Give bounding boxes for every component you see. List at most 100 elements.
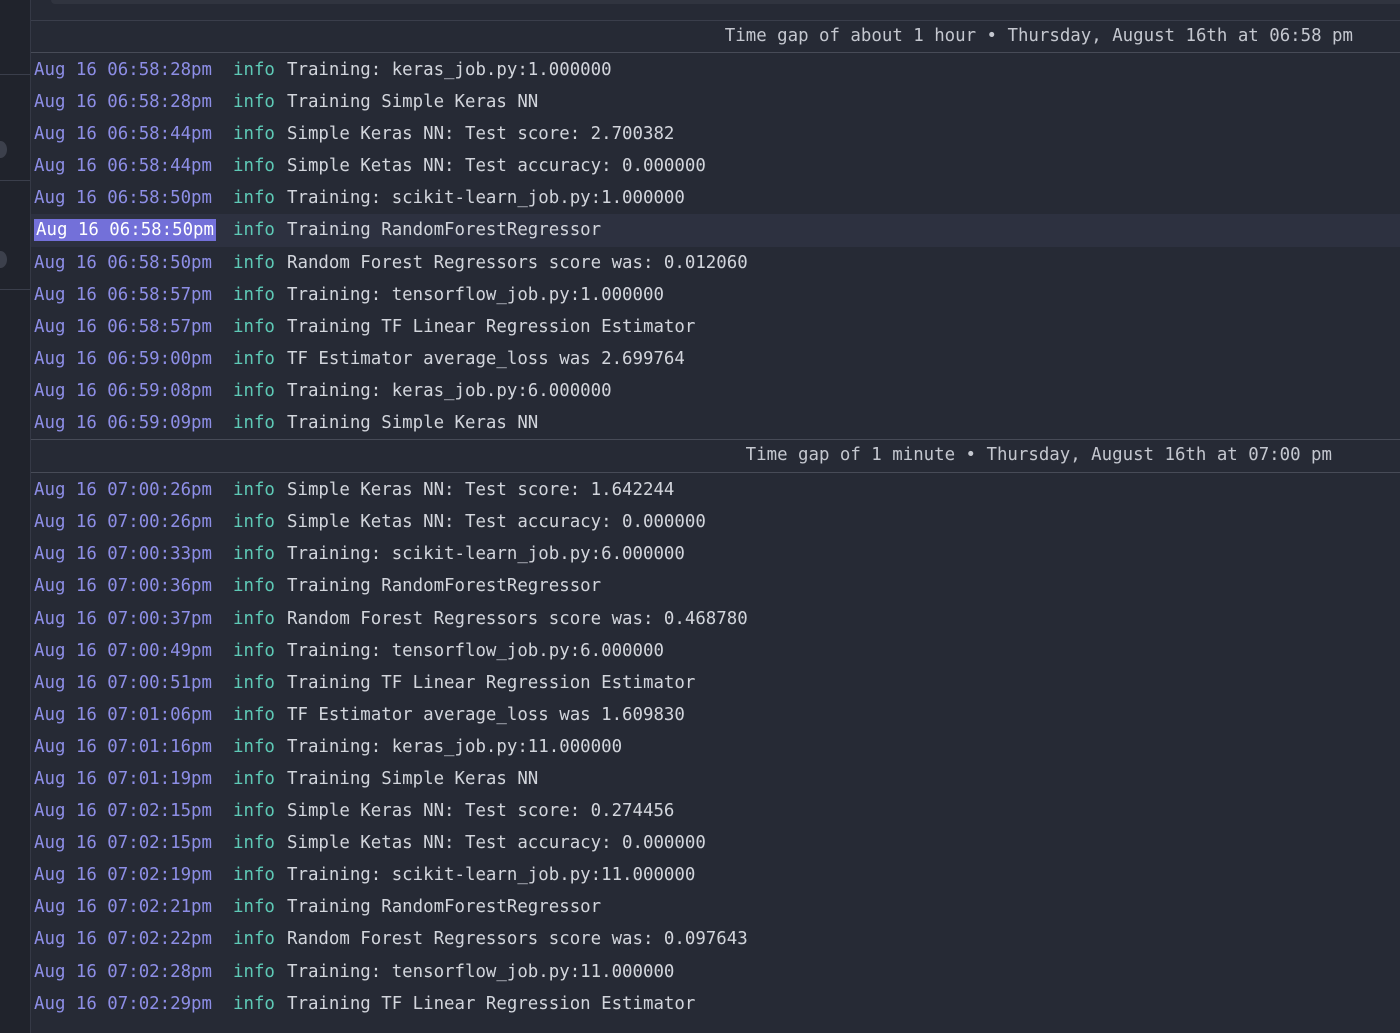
log-level: info xyxy=(233,220,275,241)
log-row[interactable]: Aug 16 07:01:06pm info TF Estimator averag… xyxy=(31,699,1400,731)
log-message: Simple Keras NN: Test score: 0.274456 xyxy=(287,801,675,822)
log-row[interactable]: Aug 16 07:02:15pm info Simple Ketas NN: Te… xyxy=(31,827,1400,859)
log-group-1: Aug 16 06:58:28pm info Training: keras_job… xyxy=(31,53,1400,439)
log-row[interactable]: Aug 16 06:59:00pm info TF Estimator averag… xyxy=(31,343,1400,375)
log-row[interactable]: Aug 16 07:00:49pm info Training: tensorflo… xyxy=(31,635,1400,667)
log-row[interactable]: Aug 16 06:58:57pm info Training: tensorflo… xyxy=(31,279,1400,311)
log-row[interactable]: Aug 16 07:00:26pm info Simple Keras NN: Te… xyxy=(31,474,1400,506)
log-timestamp[interactable]: Aug 16 07:01:19pm xyxy=(34,763,212,795)
log-timestamp[interactable]: Aug 16 06:58:50pm xyxy=(34,182,212,214)
log-message: Training RandomForestRegressor xyxy=(287,576,602,597)
log-timestamp[interactable]: Aug 16 06:59:00pm xyxy=(34,343,212,375)
log-level: info xyxy=(233,92,275,113)
log-timestamp[interactable]: Aug 16 06:58:50pm xyxy=(34,247,212,279)
log-timestamp[interactable]: Aug 16 06:58:44pm xyxy=(34,118,212,150)
log-timestamp[interactable]: Aug 16 06:58:50pm xyxy=(34,219,216,242)
log-timestamp[interactable]: Aug 16 07:00:26pm xyxy=(34,474,212,506)
log-timestamp[interactable]: Aug 16 07:02:19pm xyxy=(34,859,212,891)
log-message: Simple Ketas NN: Test accuracy: 0.000000 xyxy=(287,512,706,533)
log-timestamp[interactable]: Aug 16 07:01:06pm xyxy=(34,699,212,731)
log-message: Random Forest Regressors score was: 0.01… xyxy=(287,252,748,273)
log-row[interactable]: Aug 16 07:02:29pm info Training TF Linear … xyxy=(31,988,1400,1020)
log-row[interactable]: Aug 16 07:00:26pm info Simple Ketas NN: Te… xyxy=(31,506,1400,538)
log-message: Training: scikit-learn_job.py:11.000000 xyxy=(287,865,696,886)
log-timestamp[interactable]: Aug 16 06:58:57pm xyxy=(34,311,212,343)
log-timestamp[interactable]: Aug 16 06:58:44pm xyxy=(34,150,212,182)
log-row[interactable]: Aug 16 07:02:22pm info Random Forest Regre… xyxy=(31,923,1400,955)
log-row[interactable]: Aug 16 07:00:36pm info Training RandomFore… xyxy=(31,570,1400,602)
log-level: info xyxy=(233,833,275,854)
log-timestamp[interactable]: Aug 16 06:59:08pm xyxy=(34,375,212,407)
log-level: info xyxy=(233,672,275,693)
log-row[interactable]: Aug 16 06:58:28pm info Training Simple Ker… xyxy=(31,86,1400,118)
log-row[interactable]: Aug 16 06:58:44pm info Simple Keras NN: Te… xyxy=(31,118,1400,150)
log-message: TF Estimator average_loss was 2.699764 xyxy=(287,348,685,369)
log-timestamp[interactable]: Aug 16 07:00:26pm xyxy=(34,506,212,538)
log-message: Training: keras_job.py:1.000000 xyxy=(287,60,612,80)
log-message: Training RandomForestRegressor xyxy=(287,220,602,241)
log-level: info xyxy=(233,865,275,886)
log-message: Training: scikit-learn_job.py:1.000000 xyxy=(287,188,685,209)
log-timestamp[interactable]: Aug 16 07:00:37pm xyxy=(34,603,212,635)
log-level: info xyxy=(233,124,275,145)
log-message: Training RandomForestRegressor xyxy=(287,897,602,918)
log-row[interactable]: Aug 16 07:02:28pm info Training: tensorflo… xyxy=(31,956,1400,988)
log-message: Simple Keras NN: Test score: 2.700382 xyxy=(287,124,675,145)
log-timestamp[interactable]: Aug 16 07:02:15pm xyxy=(34,795,212,827)
log-level: info xyxy=(233,380,275,401)
log-timestamp[interactable]: Aug 16 06:58:57pm xyxy=(34,279,212,311)
log-row[interactable]: Aug 16 06:58:50pm info Random Forest Regre… xyxy=(31,247,1400,279)
log-row[interactable]: Aug 16 06:58:50pm info Training RandomFore… xyxy=(31,214,1400,247)
log-level: info xyxy=(233,156,275,177)
log-row[interactable]: Aug 16 07:00:51pm info Training TF Linear … xyxy=(31,667,1400,699)
log-timestamp[interactable]: Aug 16 06:58:28pm xyxy=(34,86,212,118)
log-timestamp[interactable]: Aug 16 07:00:33pm xyxy=(34,538,212,570)
log-level: info xyxy=(233,413,275,434)
log-level: info xyxy=(233,993,275,1014)
log-row[interactable]: Aug 16 06:59:08pm info Training: keras_job… xyxy=(31,375,1400,407)
gutter-handle-icon[interactable] xyxy=(0,251,7,268)
log-level: info xyxy=(233,929,275,950)
log-timestamp[interactable]: Aug 16 07:02:28pm xyxy=(34,956,212,988)
log-row[interactable]: Aug 16 06:58:57pm info Training TF Linear … xyxy=(31,311,1400,343)
log-row[interactable]: Aug 16 06:59:09pm info Training Simple Ker… xyxy=(31,407,1400,439)
log-level: info xyxy=(233,736,275,757)
log-level: info xyxy=(233,188,275,209)
log-timestamp[interactable]: Aug 16 07:00:51pm xyxy=(34,667,212,699)
log-timestamp[interactable]: Aug 16 07:02:21pm xyxy=(34,891,212,923)
log-message: Training: keras_job.py:6.000000 xyxy=(287,380,612,401)
log-row[interactable]: Aug 16 06:58:44pm info Simple Ketas NN: Te… xyxy=(31,150,1400,182)
log-row[interactable]: Aug 16 07:01:19pm info Training Simple Ker… xyxy=(31,763,1400,795)
log-timestamp[interactable]: Aug 16 06:59:09pm xyxy=(34,407,212,439)
log-timestamp[interactable]: Aug 16 07:00:49pm xyxy=(34,635,212,667)
log-row[interactable]: Aug 16 07:02:21pm info Training RandomFore… xyxy=(31,891,1400,923)
log-message: Simple Ketas NN: Test accuracy: 0.000000 xyxy=(287,156,706,177)
log-timestamp[interactable]: Aug 16 07:01:16pm xyxy=(34,731,212,763)
log-timestamp[interactable]: Aug 16 06:58:28pm xyxy=(34,54,212,86)
log-level: info xyxy=(233,704,275,725)
log-timestamp[interactable]: Aug 16 07:02:22pm xyxy=(34,923,212,955)
gutter-handle-icon[interactable] xyxy=(0,141,7,158)
log-timestamp[interactable]: Aug 16 07:00:36pm xyxy=(34,570,212,602)
time-gap-label: Time gap of 1 minute • Thursday, August … xyxy=(745,445,1332,466)
log-row[interactable]: Aug 16 07:00:33pm info Training: scikit-le… xyxy=(31,538,1400,570)
log-level: info xyxy=(233,316,275,337)
log-row[interactable]: Aug 16 06:58:50pm info Training: scikit-le… xyxy=(31,182,1400,214)
log-group-2: Aug 16 07:00:26pm info Simple Keras NN: Te… xyxy=(31,473,1400,1020)
log-row[interactable]: Aug 16 07:01:16pm info Training: keras_job… xyxy=(31,731,1400,763)
log-message: TF Estimator average_loss was 1.609830 xyxy=(287,704,685,725)
log-message: Random Forest Regressors score was: 0.46… xyxy=(287,608,748,629)
log-row[interactable]: Aug 16 06:58:28pm info Training: keras_job… xyxy=(31,54,1400,86)
log-timestamp[interactable]: Aug 16 07:02:29pm xyxy=(34,988,212,1020)
log-level: info xyxy=(233,512,275,533)
log-row[interactable]: Aug 16 07:02:19pm info Training: scikit-le… xyxy=(31,859,1400,891)
log-level: info xyxy=(233,252,275,273)
log-timestamp[interactable]: Aug 16 07:02:15pm xyxy=(34,827,212,859)
log-message: Training Simple Keras NN xyxy=(287,92,539,113)
log-row[interactable]: Aug 16 07:02:15pm info Simple Keras NN: Te… xyxy=(31,795,1400,827)
log-viewer[interactable]: Time gap of about 1 hour • Thursday, Aug… xyxy=(31,21,1400,1020)
log-message: Training TF Linear Regression Estimator xyxy=(287,993,696,1014)
log-level: info xyxy=(233,576,275,597)
gutter-divider xyxy=(0,74,30,75)
log-row[interactable]: Aug 16 07:00:37pm info Random Forest Regre… xyxy=(31,603,1400,635)
